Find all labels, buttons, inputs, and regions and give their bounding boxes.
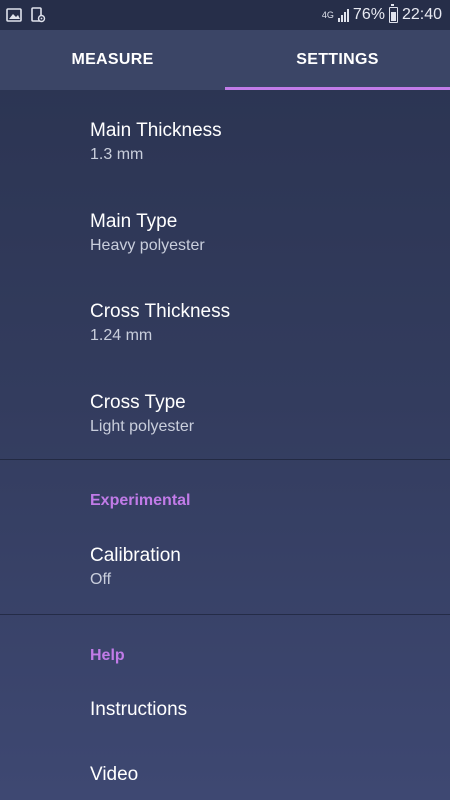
- setting-summary: 1.24 mm: [90, 327, 153, 344]
- setting-title: Main Thickness: [90, 120, 222, 141]
- setting-title: Video: [90, 763, 139, 785]
- tab-measure[interactable]: MEASURE: [0, 30, 225, 90]
- setting-title: Cross Thickness: [90, 301, 231, 322]
- setting-title: Cross Type: [90, 391, 186, 413]
- settings-list: Main Thickness 1.3 mm Main Type Heavy po…: [0, 90, 450, 800]
- battery-icon: [388, 4, 398, 23]
- setting-title: Calibration: [90, 544, 181, 566]
- clock: 22:40: [401, 6, 442, 23]
- setting-summary: Heavy polyester: [90, 236, 205, 254]
- category-header-experimental: Experimental: [90, 491, 191, 509]
- tab-bar: MEASURE SETTINGS: [0, 30, 450, 90]
- main-thickness-setting[interactable]: Main Thickness 1.3 mm: [0, 90, 450, 181]
- main-type-setting[interactable]: Main Type Heavy polyester: [0, 181, 450, 272]
- setting-summary: Off: [90, 570, 112, 588]
- cross-thickness-setting[interactable]: Cross Thickness 1.24 mm: [0, 271, 450, 362]
- tab-settings[interactable]: SETTINGS: [225, 30, 450, 90]
- settings-section-strings: Main Thickness 1.3 mm Main Type Heavy po…: [0, 90, 450, 460]
- calibration-setting[interactable]: Calibration Off: [0, 517, 450, 614]
- network-type: 4G: [321, 9, 334, 20]
- video-item[interactable]: Video: [0, 741, 450, 800]
- settings-section-help: Help Instructions Video: [0, 615, 450, 800]
- status-left-icons: [6, 7, 46, 23]
- setting-title: Main Type: [90, 210, 178, 232]
- category-header-help: Help: [90, 646, 125, 664]
- setting-summary: 1.3 mm: [90, 146, 144, 163]
- setting-summary: Light polyester: [90, 417, 195, 435]
- image-icon: [6, 8, 22, 22]
- setting-title: Instructions: [90, 699, 188, 720]
- signal-icon: [337, 8, 349, 22]
- battery-percent: 76%: [352, 6, 385, 23]
- settings-section-experimental: Experimental Calibration Off: [0, 460, 450, 615]
- status-right-icons: 4G 76% 22:40: [321, 4, 442, 24]
- settings-file-icon: [31, 7, 46, 23]
- cross-type-setting[interactable]: Cross Type Light polyester: [0, 362, 450, 459]
- status-bar: 4G 76% 22:40: [0, 0, 450, 30]
- instructions-item[interactable]: Instructions: [0, 672, 450, 741]
